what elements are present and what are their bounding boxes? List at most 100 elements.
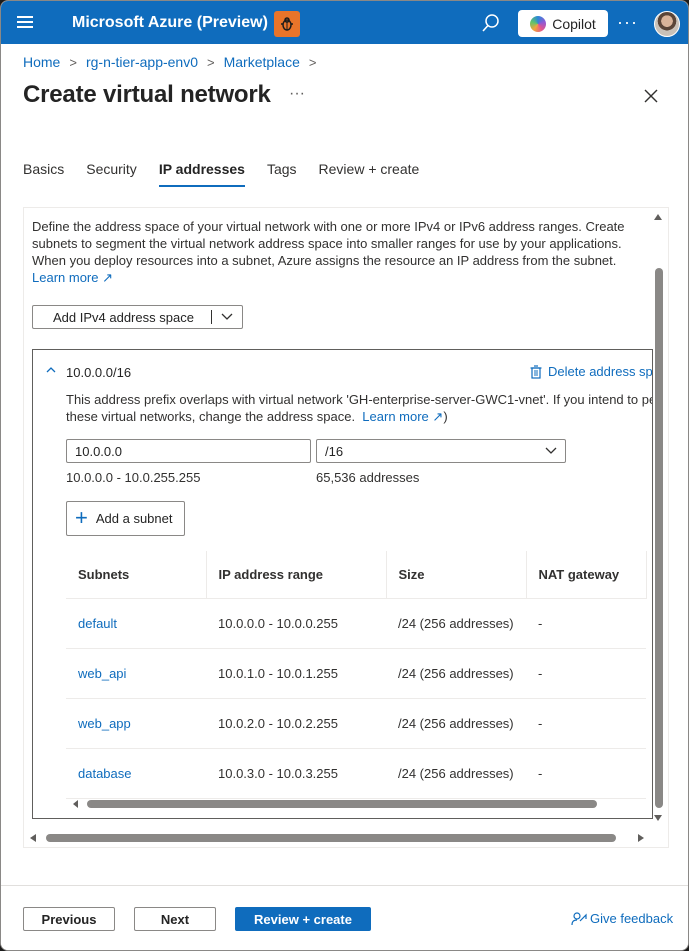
table-row: database 10.0.3.0 - 10.0.3.255 /24 (256 … — [66, 748, 646, 799]
subnet-nat: - — [526, 698, 646, 749]
previous-button[interactable]: Previous — [23, 907, 115, 931]
scrollbar-thumb[interactable] — [655, 268, 663, 808]
chevron-right-icon: > — [308, 54, 317, 70]
warning-learn-more-link[interactable]: Learn more ↗ — [362, 409, 443, 424]
prefix-dropdown[interactable]: /16 — [316, 439, 566, 463]
description-text: Define the address space of your virtual… — [32, 219, 625, 268]
review-create-button[interactable]: Review + create — [235, 907, 371, 931]
tab-tags[interactable]: Tags — [267, 161, 297, 187]
panel-vertical-scrollbar[interactable] — [652, 212, 664, 826]
table-horizontal-scrollbar[interactable] — [73, 799, 643, 809]
external-link-icon: ↗ — [432, 409, 444, 424]
table-row: web_app 10.0.2.0 - 10.0.2.255 /24 (256 a… — [66, 698, 646, 749]
copilot-label: Copilot — [552, 15, 596, 32]
panel-horizontal-scrollbar[interactable] — [28, 832, 648, 844]
scroll-up-icon[interactable] — [654, 214, 662, 220]
add-subnet-button[interactable]: + Add a subnet — [66, 501, 185, 536]
add-subnet-label: Add a subnet — [95, 511, 173, 526]
scroll-down-icon[interactable] — [654, 815, 662, 821]
column-header-nat-gateway[interactable]: NAT gateway — [526, 551, 647, 599]
top-bar: Microsoft Azure (Preview) Copilot ··· — [1, 1, 688, 44]
scrollbar-thumb[interactable] — [46, 834, 616, 842]
menu-icon[interactable] — [15, 13, 35, 31]
address-count: 65,536 addresses — [316, 470, 420, 485]
breadcrumb-resource-group[interactable]: rg-n-tier-app-env0 — [86, 54, 198, 70]
tab-security[interactable]: Security — [86, 161, 137, 187]
copilot-button[interactable]: Copilot — [518, 10, 608, 37]
breadcrumb: Home > rg-n-tier-app-env0 > Marketplace … — [23, 54, 325, 70]
column-header-ip-range[interactable]: IP address range — [206, 551, 387, 599]
table-row: web_api 10.0.1.0 - 10.0.1.255 /24 (256 a… — [66, 648, 646, 699]
copilot-icon — [530, 15, 547, 32]
search-icon[interactable] — [481, 13, 503, 35]
tab-ip-addresses[interactable]: IP addresses — [158, 161, 245, 187]
avatar[interactable] — [654, 11, 680, 37]
chevron-up-icon[interactable] — [46, 365, 56, 375]
subnet-size: /24 (256 addresses) — [386, 598, 526, 649]
column-header-subnets[interactable]: Subnets — [66, 551, 207, 599]
chevron-right-icon: > — [207, 54, 215, 70]
learn-more-label: Learn more — [32, 270, 99, 285]
delete-address-space-label: Delete address space — [548, 364, 653, 379]
next-button[interactable]: Next — [134, 907, 216, 931]
breadcrumb-home[interactable]: Home — [23, 54, 60, 70]
subnet-name-link[interactable]: default — [66, 598, 206, 649]
subnet-name-link[interactable]: database — [66, 748, 206, 799]
ip-address-input[interactable] — [66, 439, 311, 463]
column-header-size[interactable]: Size — [386, 551, 527, 599]
subnet-size: /24 (256 addresses) — [386, 748, 526, 799]
page-title: Create virtual network — [23, 81, 271, 108]
chevron-right-icon: > — [69, 54, 77, 70]
give-feedback-label: Give feedback — [590, 911, 674, 926]
bug-icon[interactable] — [274, 11, 300, 37]
breadcrumb-marketplace[interactable]: Marketplace — [224, 54, 300, 70]
warning-line-2: these virtual networks, change the addre… — [66, 409, 356, 424]
subnet-size: /24 (256 addresses) — [386, 698, 526, 749]
subnet-name-link[interactable]: web_api — [66, 648, 206, 699]
address-range: 10.0.0.0 - 10.0.255.255 — [66, 470, 201, 485]
subnet-nat: - — [526, 598, 646, 649]
address-space-card: 10.0.0.0/16 Delete address space This ad… — [32, 349, 653, 819]
add-address-space-button[interactable]: Add IPv4 address space — [32, 305, 243, 329]
ip-addresses-panel: Define the address space of your virtual… — [23, 207, 669, 848]
subnet-name-link[interactable]: web_app — [66, 698, 206, 749]
prefix-value: /16 — [325, 443, 344, 459]
learn-more-link[interactable]: Learn more ↗ — [32, 270, 113, 285]
subnet-nat: - — [526, 648, 646, 699]
description: Define the address space of your virtual… — [32, 218, 647, 286]
split-divider — [211, 310, 212, 324]
close-icon[interactable] — [643, 88, 659, 104]
chevron-down-icon[interactable] — [221, 313, 233, 321]
table-header-row: Subnets IP address range Size NAT gatewa… — [66, 551, 647, 599]
feedback-icon — [571, 911, 587, 925]
more-icon[interactable]: ··· — [617, 12, 638, 33]
give-feedback-link[interactable]: Give feedback — [571, 911, 673, 926]
trash-icon — [530, 364, 542, 379]
overlap-warning: This address prefix overlaps with virtua… — [66, 391, 653, 425]
azure-portal-window: Microsoft Azure (Preview) Copilot ··· Ho… — [0, 0, 689, 951]
tab-review-create[interactable]: Review + create — [319, 161, 420, 187]
chevron-down-icon — [545, 447, 557, 454]
add-address-space-label: Add IPv4 address space — [53, 309, 194, 325]
warning-learn-more-label: Learn more — [362, 409, 429, 424]
tab-bar: Basics Security IP addresses Tags Review… — [23, 161, 441, 187]
subnet-range: 10.0.1.0 - 10.0.1.255 — [206, 648, 386, 699]
tab-basics[interactable]: Basics — [23, 161, 64, 187]
scroll-left-icon[interactable] — [73, 800, 78, 808]
scroll-left-icon[interactable] — [30, 834, 36, 842]
scroll-right-icon[interactable] — [638, 834, 644, 842]
warning-line-1: This address prefix overlaps with virtua… — [66, 392, 653, 407]
title-more-icon[interactable]: ··· — [289, 85, 305, 103]
subnet-range: 10.0.0.0 - 10.0.0.255 — [206, 598, 386, 649]
subnet-nat: - — [526, 748, 646, 799]
table-row: default 10.0.0.0 - 10.0.0.255 /24 (256 a… — [66, 598, 646, 649]
subnets-table: Subnets IP address range Size NAT gatewa… — [66, 551, 647, 799]
plus-icon: + — [75, 504, 88, 530]
portal-brand[interactable]: Microsoft Azure (Preview) — [72, 14, 268, 32]
delete-address-space-button[interactable]: Delete address space — [530, 364, 653, 379]
subnet-range: 10.0.3.0 - 10.0.3.255 — [206, 748, 386, 799]
scrollbar-thumb[interactable] — [87, 800, 597, 808]
subnet-range: 10.0.2.0 - 10.0.2.255 — [206, 698, 386, 749]
external-link-icon: ↗ — [102, 270, 114, 285]
subnet-size: /24 (256 addresses) — [386, 648, 526, 699]
